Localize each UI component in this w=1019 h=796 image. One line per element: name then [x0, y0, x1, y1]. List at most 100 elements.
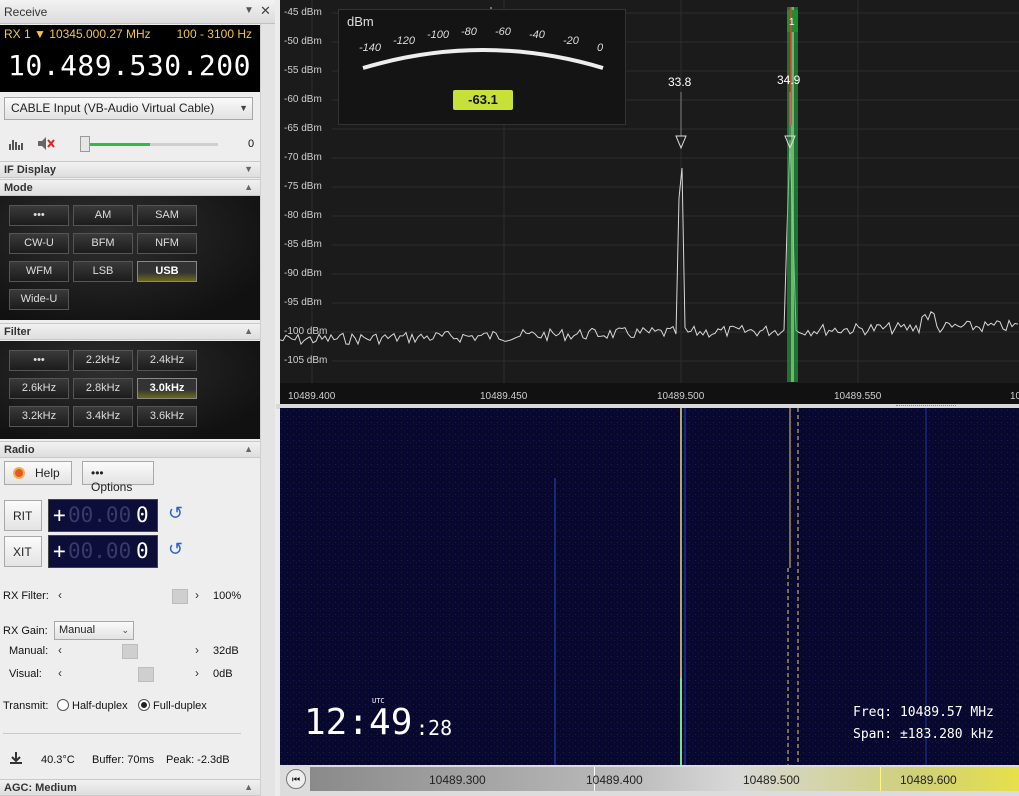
- filter-grid: ••• 2.2kHz 2.4kHz 2.6kHz 2.8kHz 3.0kHz 3…: [0, 341, 260, 439]
- rx-dropdown-icon[interactable]: ▼: [34, 27, 46, 41]
- rit-display[interactable]: + 00.00 0: [48, 499, 158, 532]
- y-tick-label: -70 dBm: [284, 152, 322, 163]
- center-frequency: Freq: 10489.57 MHz: [853, 705, 994, 720]
- volume-fill: [82, 143, 150, 146]
- mode-wide-u[interactable]: Wide-U: [9, 289, 69, 310]
- panel-title: Receive: [4, 5, 48, 19]
- manual-gain-thumb[interactable]: [122, 644, 138, 659]
- frequency-display: RX 1 ▼ 10345.000.27 MHz 100 - 3100 Hz 10…: [0, 25, 260, 92]
- xit-sign: +: [53, 539, 66, 563]
- rx-gain-mode: Manual: [59, 624, 96, 636]
- mode-header[interactable]: Mode ▲: [0, 179, 260, 196]
- chevron-right-icon: ›: [195, 643, 199, 657]
- spectrum-icon[interactable]: [9, 137, 24, 150]
- mode-cw-u[interactable]: CW-U: [9, 233, 69, 254]
- filter-3-6[interactable]: 3.6kHz: [137, 406, 197, 427]
- rx-filter-slider[interactable]: ‹ ›: [55, 588, 207, 604]
- y-tick-label: -55 dBm: [284, 65, 322, 76]
- chevron-up-icon: ▲: [244, 182, 253, 192]
- rx-filter-thumb[interactable]: [172, 589, 188, 604]
- mode-lsb[interactable]: LSB: [73, 261, 133, 282]
- clock-hm: 12:49: [304, 702, 413, 743]
- mode-wfm[interactable]: WFM: [9, 261, 69, 282]
- filter-3-4[interactable]: 3.4kHz: [73, 406, 133, 427]
- rx-gain-select[interactable]: Manual ⌄: [54, 621, 134, 640]
- mode-bfm[interactable]: BFM: [73, 233, 133, 254]
- waterfall-display[interactable]: UTC 12:49 :28 Freq: 10489.57 MHz Span: ±…: [280, 408, 1019, 765]
- if-display-header[interactable]: IF Display ▼: [0, 161, 260, 178]
- rx-info: RX 1 ▼ 10345.000.27 MHz: [4, 27, 151, 41]
- band-tick-label: 10489.300: [429, 773, 486, 787]
- mode-grid: ••• AM SAM CW-U BFM NFM WFM LSB USB Wide…: [0, 196, 260, 320]
- s-meter-tick-label: -120: [393, 35, 416, 48]
- rx-freq-small: 10345.000.27 MHz: [49, 27, 151, 41]
- close-icon[interactable]: ✕: [260, 3, 271, 19]
- filter-header[interactable]: Filter ▲: [0, 323, 260, 340]
- temperature: 40.3°C: [41, 754, 75, 766]
- mode-nfm[interactable]: NFM: [137, 233, 197, 254]
- mode-usb[interactable]: USB: [137, 261, 197, 282]
- divider: [3, 733, 241, 734]
- xit-button[interactable]: XIT: [4, 536, 42, 567]
- xit-display[interactable]: + 00.00 0: [48, 535, 158, 568]
- band-scroll-marker[interactable]: [880, 767, 881, 791]
- s-meter-value-box: -63.1: [453, 90, 513, 110]
- y-tick-label: -80 dBm: [284, 210, 322, 221]
- visual-gain-thumb[interactable]: [138, 667, 154, 682]
- download-icon[interactable]: [9, 751, 23, 765]
- filter-2-8[interactable]: 2.8kHz: [73, 378, 133, 399]
- mode-more[interactable]: •••: [9, 205, 69, 226]
- filter-more[interactable]: •••: [9, 350, 69, 371]
- transmit-label: Transmit:: [3, 700, 49, 712]
- s-meter-tick-label: -20: [563, 35, 579, 48]
- chevron-down-icon: ▼: [244, 164, 253, 174]
- y-tick-label: -60 dBm: [284, 94, 322, 105]
- xit-reset-icon[interactable]: ↺: [168, 539, 183, 560]
- manual-gain-slider[interactable]: ‹ ›: [55, 643, 207, 659]
- filter-2-2[interactable]: 2.2kHz: [73, 350, 133, 371]
- filter-2-4[interactable]: 2.4kHz: [137, 350, 197, 371]
- visual-gain-slider[interactable]: ‹ ›: [55, 666, 207, 682]
- panel-menu-icon[interactable]: ▼: [244, 5, 254, 16]
- mute-icon[interactable]: [37, 136, 55, 151]
- s-meter: dBm -140 -120 -100 -80 -60 -40 -20 0 -63.1: [338, 9, 626, 125]
- channel-number: 1: [789, 17, 795, 28]
- radio-header[interactable]: Radio ▲: [0, 441, 260, 458]
- chevron-up-icon: ▲: [244, 444, 253, 454]
- audio-device-label: CABLE Input (VB-Audio Virtual Cable): [11, 101, 215, 115]
- spectrum-display[interactable]: -45 dBm -50 dBm -55 dBm -60 dBm -65 dBm -70 d…: [280, 0, 1019, 404]
- mode-sam[interactable]: SAM: [137, 205, 197, 226]
- mode-am[interactable]: AM: [73, 205, 133, 226]
- s-meter-tick-label: 0: [597, 42, 604, 54]
- y-tick-label: -105 dBm: [284, 355, 328, 366]
- audio-device-select[interactable]: CABLE Input (VB-Audio Virtual Cable) ▼: [4, 97, 253, 120]
- volume-handle[interactable]: [80, 136, 90, 152]
- agc-header[interactable]: AGC: Medium ▲: [0, 779, 260, 796]
- main-frequency[interactable]: 10.489.530.200: [8, 49, 251, 82]
- chevron-left-icon: ‹: [58, 588, 62, 602]
- rx-filter-value: 100%: [213, 590, 242, 602]
- x-tick-label: 10489.450: [480, 391, 528, 402]
- rit-reset-icon[interactable]: ↺: [168, 503, 183, 524]
- chevron-right-icon: ›: [195, 588, 199, 602]
- manual-gain-value: 32dB: [213, 645, 239, 657]
- half-duplex-label[interactable]: Half-duplex: [72, 700, 128, 712]
- s-meter-tick-label: -60: [495, 26, 511, 39]
- s-meter-value: -63.1: [468, 92, 498, 107]
- frequency-bar[interactable]: ⏮ 10489.300 10489.400 10489.500 10489.600: [280, 765, 1019, 796]
- filter-2-6[interactable]: 2.6kHz: [9, 378, 69, 399]
- options-button[interactable]: ••• Options: [82, 461, 154, 494]
- filter-3-2[interactable]: 3.2kHz: [9, 406, 69, 427]
- filter-3-0[interactable]: 3.0kHz: [137, 378, 197, 399]
- marker-1-label: 33.8: [668, 75, 692, 89]
- band-tick-label: 10489.500: [743, 773, 800, 787]
- help-button[interactable]: Help: [4, 461, 72, 485]
- rewind-button[interactable]: ⏮: [286, 769, 306, 789]
- full-duplex-label[interactable]: Full-duplex: [153, 700, 207, 712]
- half-duplex-radio[interactable]: [57, 699, 69, 711]
- rit-button[interactable]: RIT: [4, 500, 42, 531]
- panel-scrollbar[interactable]: [260, 0, 275, 796]
- full-duplex-radio[interactable]: [138, 699, 150, 711]
- y-tick-label: -45 dBm: [284, 7, 322, 18]
- volume-slider[interactable]: [80, 136, 220, 152]
